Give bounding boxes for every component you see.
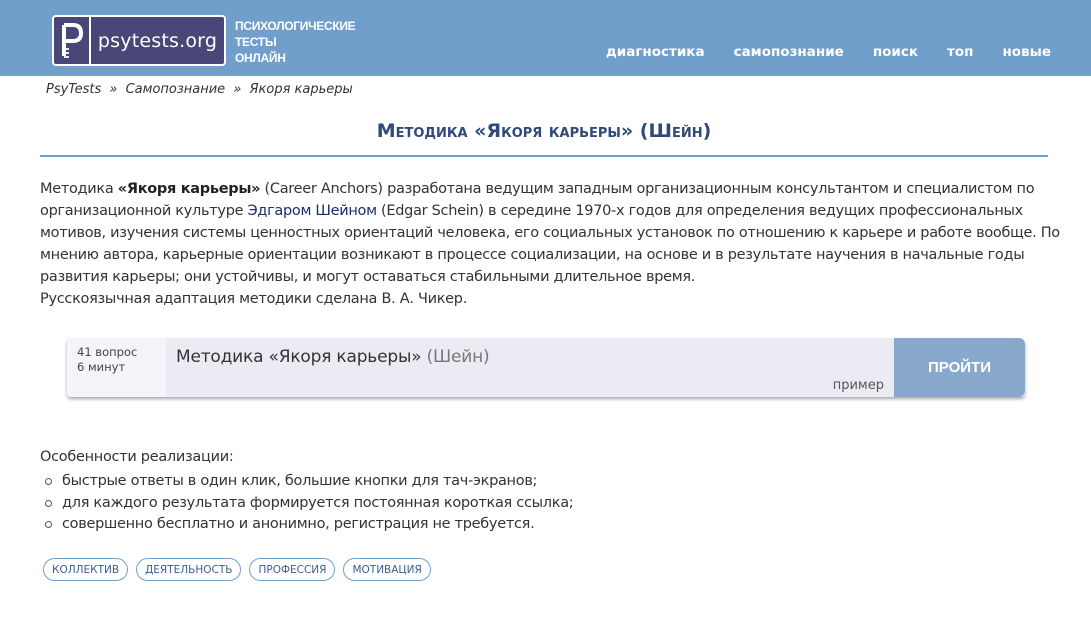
intro-text: Методика	[40, 181, 118, 197]
tag-activity[interactable]: деятельность	[136, 558, 242, 581]
nav-top[interactable]: топ	[947, 44, 973, 60]
start-test-button[interactable]: ПРОЙТИ	[894, 338, 1025, 397]
page-title: Методика «Якоря карьеры» (Шейн)	[376, 120, 712, 142]
tagline-line: ОНЛАЙН	[235, 51, 286, 65]
nav-new[interactable]: новые	[1002, 44, 1051, 60]
test-title-text: Методика «Якоря карьеры»	[176, 347, 422, 367]
breadcrumb: PsyTests » Самопознание » Якоря карьеры	[46, 82, 357, 97]
breadcrumb-home[interactable]: PsyTests	[46, 82, 101, 97]
author-link[interactable]: Эдгаром Шейном	[248, 203, 378, 219]
test-card-body[interactable]: Методика «Якоря карьеры» (Шейн) пример	[166, 338, 894, 397]
key-p-icon	[54, 17, 91, 64]
test-meta: 41 вопрос 6 минут	[67, 338, 166, 397]
question-count: 41 вопрос	[77, 345, 138, 359]
feature-text: совершенно бесплатно и анонимно, регистр…	[62, 516, 535, 532]
feature-text: быстрые ответы в один клик, большие кноп…	[62, 473, 538, 489]
bullet-icon	[45, 478, 52, 486]
tag-collective[interactable]: коллектив	[43, 558, 129, 581]
breadcrumb-separator: »	[105, 82, 122, 97]
intro-method-name: «Якоря карьеры»	[117, 181, 261, 197]
site-tagline: ПСИХОЛОГИЧЕСКИЕ ТЕСТЫ ОНЛАЙН	[235, 18, 356, 66]
breadcrumb-category[interactable]: Самопознание	[126, 82, 226, 97]
list-item: быстрые ответы в один клик, большие кноп…	[40, 471, 573, 493]
intro-paragraph: Методика «Якоря карьеры» (Career Anchors…	[40, 178, 1060, 288]
tag-motivation[interactable]: мотивация	[343, 558, 431, 581]
breadcrumb-separator: »	[229, 82, 246, 97]
feature-text: для каждого результата формируется посто…	[62, 494, 574, 511]
test-author: (Шейн)	[426, 347, 490, 367]
adaptation-note: Русскоязычная адаптация методики сделана…	[40, 291, 468, 307]
tag-list: коллектив деятельность профессия мотивац…	[43, 558, 431, 581]
features-list: быстрые ответы в один клик, большие кноп…	[40, 471, 574, 536]
sample-link[interactable]: пример	[833, 378, 884, 393]
test-duration: 6 минут	[77, 360, 126, 374]
features-title: Особенности реализации:	[40, 449, 234, 465]
bullet-icon	[45, 499, 52, 507]
nav-diagnostics[interactable]: диагностика	[606, 44, 705, 60]
test-title: Методика «Якоря карьеры» (Шейн)	[176, 347, 490, 367]
site-logo[interactable]: psytests.org	[52, 15, 226, 66]
main-nav: диагностика самопознание поиск топ новые	[606, 44, 1051, 60]
test-card[interactable]: 41 вопрос 6 минут Методика «Якоря карьер…	[67, 338, 1025, 397]
breadcrumb-current: Якоря карьеры	[249, 82, 353, 97]
tagline-line: ТЕСТЫ	[235, 35, 277, 49]
site-header: psytests.org ПСИХОЛОГИЧЕСКИЕ ТЕСТЫ ОНЛАЙ…	[0, 0, 1091, 76]
tagline-line: ПСИХОЛОГИЧЕСКИЕ	[235, 19, 356, 33]
bullet-icon	[45, 521, 52, 529]
list-item: совершенно бесплатно и анонимно, регистр…	[40, 514, 573, 536]
list-item: для каждого результата формируется посто…	[40, 493, 574, 515]
title-divider	[40, 155, 1048, 157]
tag-profession[interactable]: профессия	[249, 558, 336, 581]
nav-self-knowledge[interactable]: самопознание	[734, 44, 844, 60]
logo-text: psytests.org	[97, 29, 218, 52]
nav-search[interactable]: поиск	[873, 44, 918, 60]
